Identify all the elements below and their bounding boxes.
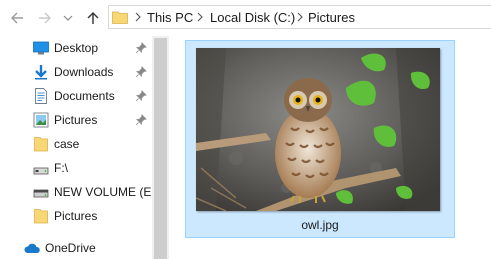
navigation-pane-scrollbar[interactable] <box>152 36 169 259</box>
file-tile-owl[interactable]: owl.jpg <box>185 40 455 238</box>
sidebar-item-drive-f[interactable]: F:\ <box>0 156 150 180</box>
desktop-icon <box>33 41 49 55</box>
sidebar-item-label: Desktop <box>54 41 99 55</box>
recent-locations-button[interactable] <box>60 8 76 28</box>
sidebar-item-label: Pictures <box>54 113 98 127</box>
sidebar-item-label: OneDrive <box>45 241 96 255</box>
sidebar-item-label: Pictures <box>54 209 98 223</box>
pin-icon[interactable] <box>135 114 147 126</box>
navigation-pane: Desktop Downloads Documents Pictures cas… <box>0 36 159 260</box>
sidebar-item-onedrive[interactable]: OneDrive <box>0 236 150 260</box>
arrow-up-icon <box>87 11 99 24</box>
sidebar-item-label: case <box>54 137 80 151</box>
image-thumbnail <box>196 48 440 211</box>
breadcrumb-separator-icon[interactable] <box>296 11 304 23</box>
sidebar-item-case[interactable]: case <box>0 132 150 156</box>
forward-button[interactable] <box>35 8 55 28</box>
drive-icon <box>33 189 49 198</box>
sidebar-item-pictures-pinned[interactable]: Pictures <box>0 108 150 132</box>
scrollbar-thumb[interactable] <box>154 38 167 259</box>
back-button[interactable] <box>7 8 27 28</box>
sidebar-item-pictures-folder[interactable]: Pictures <box>0 204 150 228</box>
folder-icon <box>34 209 48 224</box>
sidebar-item-desktop[interactable]: Desktop <box>0 36 150 60</box>
arrow-left-icon <box>11 12 23 24</box>
chevron-down-icon <box>63 15 73 21</box>
breadcrumb-separator-icon[interactable] <box>134 11 142 23</box>
sidebar-item-label: F:\ <box>54 161 68 175</box>
pictures-icon <box>33 112 49 128</box>
sidebar-item-label: NEW VOLUME (E:) <box>54 185 159 199</box>
drive-icon <box>33 167 49 175</box>
breadcrumb-separator-icon[interactable] <box>196 11 204 23</box>
breadcrumb-local-disk[interactable]: Local Disk (C:) <box>210 10 295 25</box>
sidebar-item-label: Downloads <box>54 65 114 79</box>
sidebar-item-documents[interactable]: Documents <box>0 84 150 108</box>
cloud-icon <box>24 243 40 253</box>
breadcrumb-this-pc[interactable]: This PC <box>147 10 193 25</box>
address-bar[interactable]: This PC Local Disk (C:) Pictures <box>108 5 491 29</box>
navigation-toolbar: This PC Local Disk (C:) Pictures <box>0 0 491 36</box>
pin-icon[interactable] <box>135 90 147 102</box>
document-icon <box>35 88 47 104</box>
arrow-right-icon <box>39 12 51 24</box>
sidebar-item-new-volume[interactable]: NEW VOLUME (E:) <box>0 180 159 204</box>
file-list: owl.jpg <box>169 36 491 259</box>
file-name: owl.jpg <box>301 218 339 232</box>
up-button[interactable] <box>83 8 103 28</box>
breadcrumb-pictures[interactable]: Pictures <box>308 10 355 25</box>
sidebar-item-downloads[interactable]: Downloads <box>0 60 150 84</box>
sidebar-item-label: Documents <box>54 89 115 103</box>
folder-icon <box>112 11 128 24</box>
pin-icon[interactable] <box>135 66 147 78</box>
pin-icon[interactable] <box>135 42 147 54</box>
download-arrow-icon <box>35 65 47 80</box>
folder-icon <box>34 137 48 152</box>
